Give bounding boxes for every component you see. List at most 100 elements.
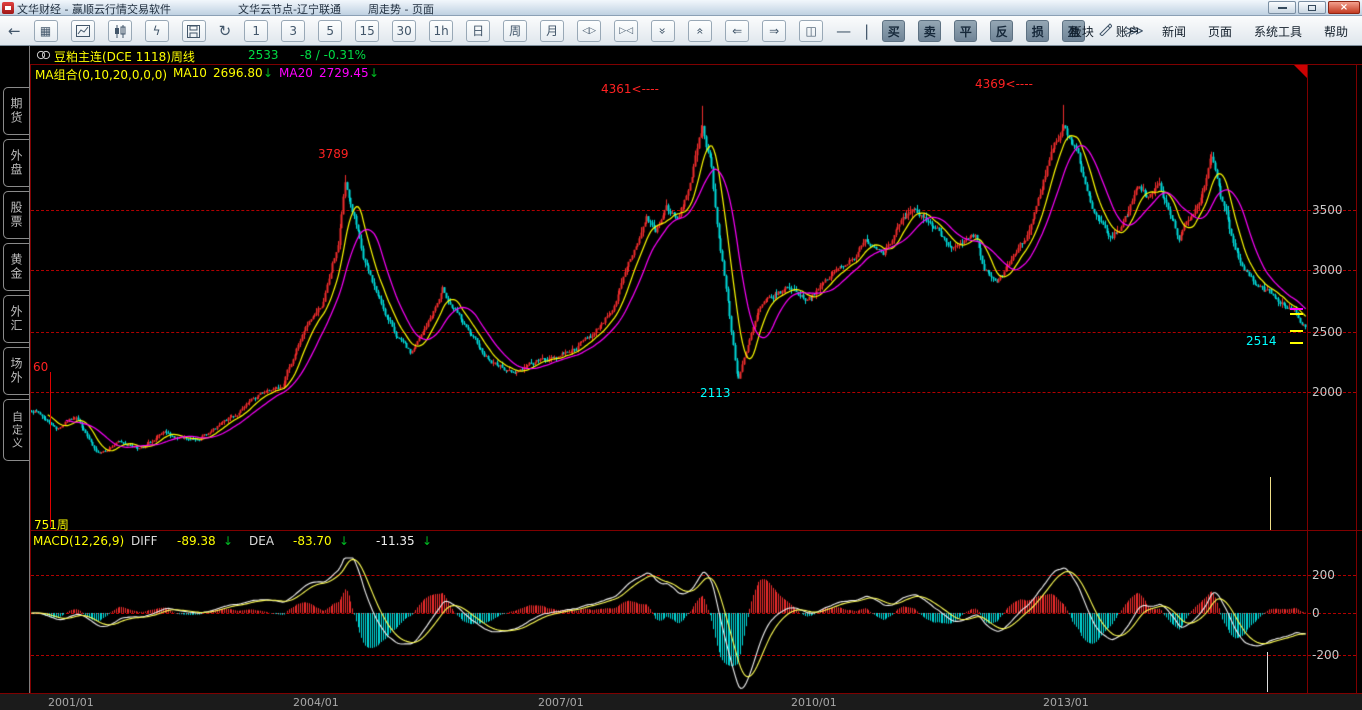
diff-value: -89.38: [177, 534, 216, 548]
annotation-low-2514: 2514: [1246, 334, 1277, 348]
split-panel-button[interactable]: ◫: [799, 20, 823, 42]
back-arrow-button[interactable]: ←: [8, 24, 21, 39]
menu-item-sectors[interactable]: 板块: [1070, 23, 1094, 40]
arrow-right-icon: ⇒: [769, 25, 779, 37]
quote-list-button[interactable]: ▦: [34, 20, 58, 42]
flash-quote-button[interactable]: ϟ: [145, 20, 169, 42]
line-chart-icon: [76, 25, 90, 37]
vertical-line-tool[interactable]: |: [864, 24, 869, 39]
save-button[interactable]: [182, 20, 206, 42]
macd-name[interactable]: MACD(12,26,9): [33, 534, 124, 548]
period-1h-button[interactable]: 1h: [429, 20, 453, 42]
sell-button[interactable]: 卖: [918, 20, 941, 42]
ma10-value: 2696.80: [213, 66, 263, 80]
annotation-low-2113: 2113: [700, 386, 731, 400]
period-month-button[interactable]: 月: [540, 20, 564, 42]
macd-label-minus200: -200: [1312, 648, 1339, 662]
macd-label-200: 200: [1312, 568, 1335, 582]
link-icon: [36, 50, 51, 60]
last-price: 2533: [248, 48, 279, 62]
macd-chart-canvas[interactable]: [31, 556, 1307, 693]
price-label-3000: 3000: [1312, 263, 1343, 277]
close-icon: ×: [1340, 3, 1348, 13]
price-label-2000: 2000: [1312, 385, 1343, 399]
pan-left-button[interactable]: ⇐: [725, 20, 749, 42]
scroll-up-button[interactable]: »: [688, 20, 712, 42]
sidebar-tab-gold[interactable]: 黄金: [3, 243, 29, 291]
drawn-vertical-line[interactable]: [50, 372, 51, 527]
price-label-3500: 3500: [1312, 203, 1343, 217]
axis-tick-low: [1290, 342, 1303, 344]
period-5min-button[interactable]: 5: [318, 20, 342, 42]
main-chart-panel: [31, 65, 1357, 530]
panel-divider: [30, 530, 1362, 531]
macd-hist-value: -11.35: [376, 534, 415, 548]
sidebar-tab-foreign[interactable]: 外盘: [3, 139, 29, 187]
window-title: 文华财经 - 赢顺云行情交易软件: [17, 1, 171, 17]
scroll-down-button[interactable]: »: [651, 20, 675, 42]
page-title: 周走势 - 页面: [368, 1, 434, 17]
quote-header: 豆粕主连(DCE 1118)周线 2533 -8 / -0.31%: [30, 46, 1362, 64]
date-label-2013: 2013/01: [1043, 696, 1089, 709]
chevron-up-icon: »: [694, 27, 706, 34]
panel-split-icon: ◫: [805, 25, 816, 37]
zoom-out-button[interactable]: ◁▷: [577, 20, 601, 42]
period-15min-button[interactable]: 15: [355, 20, 379, 42]
sidebar-tab-futures[interactable]: 期货: [3, 87, 29, 135]
menu-item-page[interactable]: 页面: [1208, 23, 1232, 40]
menu-item-account[interactable]: 账户: [1116, 23, 1140, 40]
macd-label-0: 0: [1312, 606, 1320, 620]
dea-down-arrow-icon: ↓: [339, 534, 349, 548]
instrument-title[interactable]: 豆粕主连(DCE 1118)周线: [54, 48, 195, 65]
sidebar-tab-custom[interactable]: 自定义: [3, 399, 29, 461]
top-menu: 板块 账户 新闻 页面 系统工具 帮助: [1070, 19, 1348, 43]
horizontal-line-tool[interactable]: —: [836, 24, 851, 39]
date-label-2007: 2007/01: [538, 696, 584, 709]
period-1min-button[interactable]: 1: [244, 20, 268, 42]
close-position-button[interactable]: 平: [954, 20, 977, 42]
diff-down-arrow-icon: ↓: [223, 534, 233, 548]
server-node-label: 文华云节点-辽宁联通: [238, 1, 341, 17]
menu-item-news[interactable]: 新闻: [1162, 23, 1186, 40]
shrink-icon: ▷◁: [619, 27, 633, 36]
dea-label: DEA: [249, 534, 274, 548]
minimize-icon: [1278, 7, 1287, 9]
cursor-line-main: [1270, 477, 1271, 530]
sidebar-tab-otc[interactable]: 场外: [3, 347, 29, 395]
app-logo-icon: [2, 2, 14, 14]
axis-tick-ma20: [1290, 308, 1303, 310]
period-30min-button[interactable]: 30: [392, 20, 416, 42]
axis-tick-ma10: [1290, 313, 1303, 315]
ma-group-label[interactable]: MA组合(0,10,20,0,0,0): [35, 66, 167, 83]
pan-right-button[interactable]: ⇒: [762, 20, 786, 42]
minimize-button[interactable]: [1268, 1, 1296, 14]
sidebar-tab-forex[interactable]: 外汇: [3, 295, 29, 343]
macd-panel: [31, 556, 1357, 693]
candlestick-icon: [113, 25, 127, 38]
expand-icon: ◁▷: [582, 27, 596, 36]
date-label-2001: 2001/01: [48, 696, 94, 709]
reverse-button[interactable]: 反: [990, 20, 1013, 42]
stop-loss-button[interactable]: 损: [1026, 20, 1049, 42]
diff-label: DIFF: [131, 534, 158, 548]
line-chart-button[interactable]: [71, 20, 95, 42]
candlestick-button[interactable]: [108, 20, 132, 42]
buy-button[interactable]: 买: [882, 20, 905, 42]
ma10-down-arrow-icon: ↓: [263, 66, 273, 80]
menu-item-system-tools[interactable]: 系统工具: [1254, 23, 1302, 40]
date-axis-bar: 2001/01 2004/01 2007/01 2010/01 2013/01: [0, 694, 1362, 710]
close-button[interactable]: ×: [1328, 1, 1360, 14]
period-week-button[interactable]: 周: [503, 20, 527, 42]
sidebar-tab-stocks[interactable]: 股票: [3, 191, 29, 239]
candlestick-chart-canvas[interactable]: [31, 65, 1307, 530]
menu-item-help[interactable]: 帮助: [1324, 23, 1348, 40]
ma20-label: MA20: [279, 66, 313, 80]
period-day-button[interactable]: 日: [466, 20, 490, 42]
zoom-in-button[interactable]: ▷◁: [614, 20, 638, 42]
title-bar: 文华财经 - 赢顺云行情交易软件 文华云节点-辽宁联通 周走势 - 页面 ×: [0, 0, 1362, 16]
period-3min-button[interactable]: 3: [281, 20, 305, 42]
refresh-button[interactable]: ↻: [219, 24, 232, 39]
restore-button[interactable]: [1298, 1, 1326, 14]
axis-tick-last-price: [1290, 330, 1303, 332]
date-label-2010: 2010/01: [791, 696, 837, 709]
